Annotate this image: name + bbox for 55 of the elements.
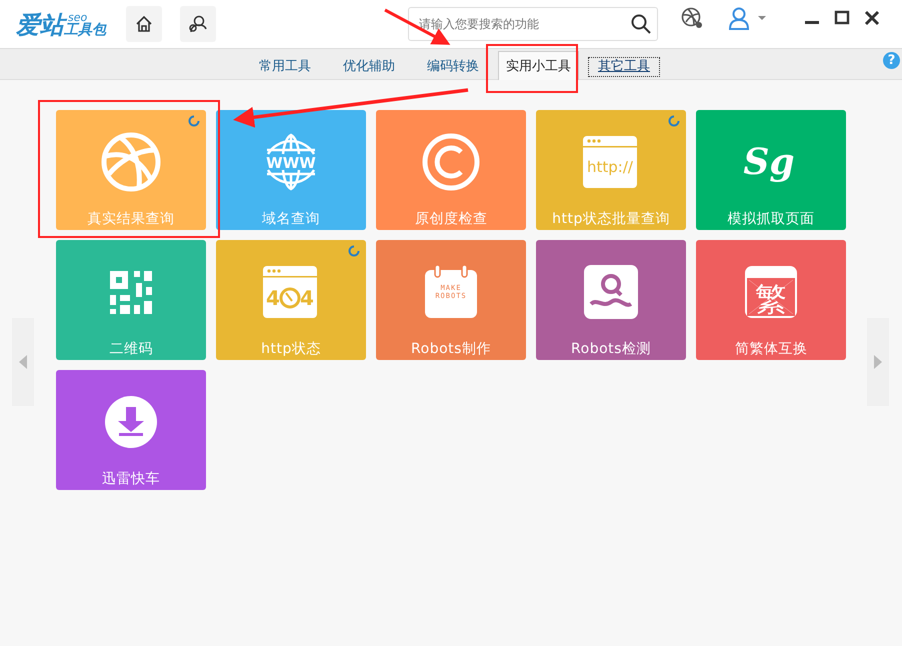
tab[interactable]: 常用工具 (246, 54, 324, 80)
tab[interactable]: 编码转换 (414, 54, 492, 80)
tile-label: 迅雷快车 (102, 470, 160, 488)
icon-text: WWW (266, 154, 316, 172)
maximize-icon[interactable] (834, 10, 850, 26)
user-icon[interactable] (728, 6, 750, 30)
icon-text: Sg (743, 141, 795, 183)
icon-text: 4 (300, 286, 314, 310)
tool-tile[interactable]: 4 4 http状态 (216, 240, 366, 360)
tile-label: Robots制作 (411, 340, 491, 358)
clock-page-icon (263, 266, 317, 318)
tile-label: http状态 (261, 340, 321, 358)
tile-label: 二维码 (109, 340, 153, 358)
tool-tile[interactable]: Robots检测 (536, 240, 686, 360)
left-arrow-icon (18, 354, 28, 370)
close-icon[interactable] (864, 10, 880, 26)
icon-text: 4 (266, 286, 280, 310)
users-icon (187, 13, 209, 35)
tool-tile[interactable]: 真实结果查询 (56, 110, 206, 230)
tool-tile[interactable]: Sg 模拟抓取页面 (696, 110, 846, 230)
tile-label: http状态批量查询 (552, 210, 670, 228)
tool-tile[interactable]: 繁 简繁体互换 (696, 240, 846, 360)
calendar-icon (425, 264, 477, 318)
download-icon (103, 394, 159, 450)
tile-label: Robots检测 (571, 340, 651, 358)
globe-icon (266, 134, 316, 190)
dropdown-caret-icon[interactable] (758, 15, 766, 21)
globe-settings-icon[interactable] (680, 6, 704, 30)
home-icon (134, 14, 154, 34)
tool-tile[interactable]: 原创度检查 (376, 110, 526, 230)
tile-label: 原创度检查 (414, 210, 488, 228)
character-card-icon (745, 266, 797, 318)
search-icon[interactable] (630, 13, 652, 35)
tab[interactable]: 其它工具 (585, 54, 663, 80)
tool-tile[interactable]: 迅雷快车 (56, 370, 206, 490)
help-button[interactable]: ? (883, 52, 900, 69)
tool-tile[interactable]: WWW 域名查询 (216, 110, 366, 230)
tile-label: 简繁体互换 (734, 340, 808, 358)
home-button[interactable] (126, 6, 162, 42)
icon-text: 繁 (755, 280, 787, 318)
tab[interactable]: 优化辅助 (330, 54, 408, 80)
magnifier-icon (583, 264, 639, 320)
right-arrow-icon (873, 354, 883, 370)
browser-window-icon (583, 136, 637, 188)
icon-text: http:// (587, 158, 633, 176)
tool-tile[interactable]: http:// http状态批量查询 (536, 110, 686, 230)
tile-label: 模拟抓取页面 (728, 210, 814, 228)
tab[interactable]: 实用小工具 (498, 51, 579, 80)
tile-label: 真实结果查询 (88, 210, 174, 228)
search-field[interactable]: 请输入您要搜索的功能 (408, 7, 658, 41)
tile-label: 域名查询 (262, 210, 320, 228)
tool-tile[interactable]: 二维码 (56, 240, 206, 360)
logo-text: seo (68, 12, 88, 22)
basketball-icon (99, 130, 163, 194)
account-button[interactable] (180, 6, 216, 42)
